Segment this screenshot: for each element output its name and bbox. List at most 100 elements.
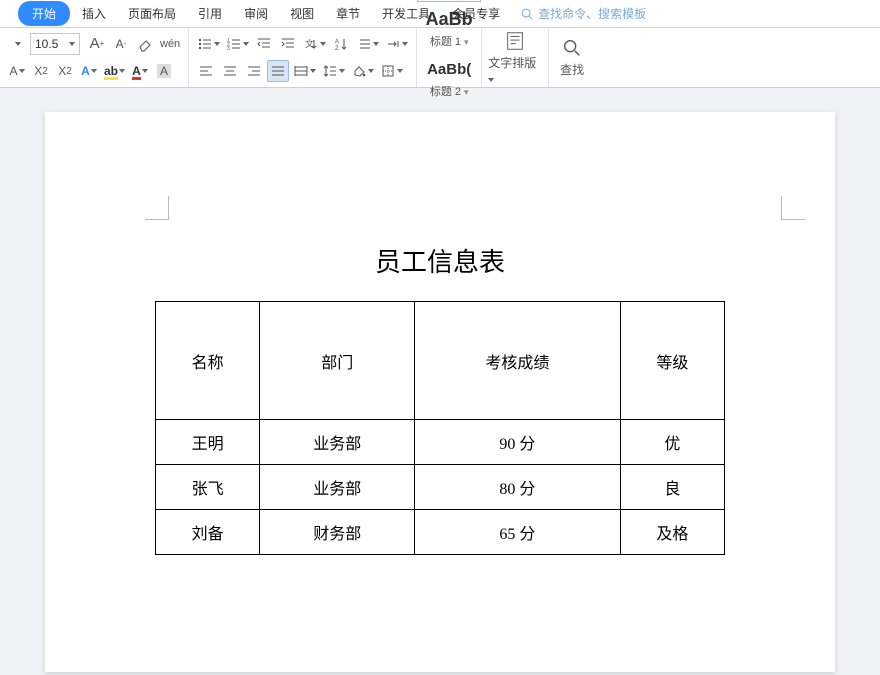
- cell-grade[interactable]: 及格: [620, 510, 724, 555]
- decrease-font-button[interactable]: A-: [110, 33, 132, 55]
- numbering-icon: 123: [226, 36, 242, 52]
- cell-department[interactable]: 业务部: [260, 420, 415, 465]
- header-department[interactable]: 部门: [260, 302, 415, 420]
- align-distributed-button[interactable]: [291, 60, 318, 82]
- outdent-icon: [256, 36, 272, 52]
- increase-font-button[interactable]: A+: [86, 33, 108, 55]
- highlight-color-button[interactable]: ab: [102, 60, 127, 82]
- cell-grade[interactable]: 良: [620, 465, 724, 510]
- spacing-icon: [356, 36, 372, 52]
- cell-name[interactable]: 刘备: [156, 510, 260, 555]
- font-name-dropdown[interactable]: [6, 33, 28, 55]
- cell-score[interactable]: 90 分: [415, 420, 620, 465]
- align-distributed-icon: [293, 63, 309, 79]
- file-menu-dropdown[interactable]: [4, 7, 16, 21]
- ribbon: 10.5 A+ A- wén A X2 X2 A ab A A 123 文 AZ: [0, 28, 880, 88]
- command-search-placeholder: 查找命令、搜索模板: [538, 5, 646, 22]
- header-name[interactable]: 名称: [156, 302, 260, 420]
- text-layout-icon: [504, 30, 526, 52]
- tab-icon: [385, 36, 401, 52]
- tab-review[interactable]: 审阅: [234, 1, 278, 26]
- line-spacing-icon: [322, 63, 338, 79]
- text-layout-label: 文字排版: [488, 54, 542, 85]
- bullets-button[interactable]: [195, 33, 222, 55]
- bullets-icon: [197, 36, 213, 52]
- style-heading1[interactable]: AaBb 标题 1▾: [417, 2, 481, 52]
- style-preview: AaBb: [426, 5, 473, 33]
- align-left-icon: [198, 63, 214, 79]
- table-header-row[interactable]: 名称 部门 考核成绩 等级: [156, 302, 725, 420]
- tab-chapter[interactable]: 章节: [326, 1, 370, 26]
- align-right-button[interactable]: [243, 60, 265, 82]
- margin-corner-tl: [145, 196, 169, 220]
- cell-department[interactable]: 财务部: [260, 510, 415, 555]
- svg-text:Z: Z: [335, 46, 339, 52]
- table-row[interactable]: 张飞 业务部 80 分 良: [156, 465, 725, 510]
- text-direction-button[interactable]: 文: [301, 33, 328, 55]
- style-heading2[interactable]: AaBb( 标题 2▾: [417, 52, 481, 102]
- change-case-button[interactable]: A: [6, 60, 28, 82]
- increase-indent-button[interactable]: [277, 33, 299, 55]
- find-label: 查找: [560, 61, 584, 78]
- sort-button[interactable]: AZ: [330, 33, 352, 55]
- shading-button[interactable]: [349, 60, 376, 82]
- search-icon: [520, 7, 534, 21]
- tab-references[interactable]: 引用: [188, 1, 232, 26]
- document-title[interactable]: 员工信息表: [45, 242, 835, 279]
- character-shading-button[interactable]: A: [153, 60, 175, 82]
- decrease-indent-button[interactable]: [253, 33, 275, 55]
- tab-home[interactable]: 开始: [18, 1, 70, 26]
- cell-grade[interactable]: 优: [620, 420, 724, 465]
- tab-page-layout[interactable]: 页面布局: [118, 1, 186, 26]
- line-spacing-button[interactable]: [320, 60, 347, 82]
- svg-text:3: 3: [227, 46, 230, 52]
- subscript-button[interactable]: X2: [54, 60, 76, 82]
- style-preview: AaBb(: [427, 55, 471, 83]
- line-spacing-top-button[interactable]: [354, 33, 381, 55]
- text-direction-icon: 文: [303, 36, 319, 52]
- table-row[interactable]: 刘备 财务部 65 分 及格: [156, 510, 725, 555]
- text-effects-button[interactable]: A: [78, 60, 100, 82]
- font-size-input[interactable]: 10.5: [30, 33, 80, 55]
- indent-icon: [280, 36, 296, 52]
- font-size-value: 10.5: [35, 37, 58, 51]
- text-layout-button[interactable]: 文字排版: [488, 30, 542, 85]
- pinyin-guide-button[interactable]: wén: [158, 33, 182, 55]
- command-search[interactable]: 查找命令、搜索模板: [520, 5, 646, 22]
- svg-text:A: A: [335, 39, 339, 45]
- align-left-button[interactable]: [195, 60, 217, 82]
- tab-insert[interactable]: 插入: [72, 1, 116, 26]
- find-button[interactable]: 查找: [555, 37, 589, 78]
- cell-name[interactable]: 张飞: [156, 465, 260, 510]
- page[interactable]: 员工信息表 名称 部门 考核成绩 等级 王明 业务部 90 分 优 张飞 业务部…: [45, 112, 835, 672]
- paragraph-group: 123 文 AZ: [189, 28, 417, 87]
- cell-department[interactable]: 业务部: [260, 465, 415, 510]
- margin-corner-tr: [781, 196, 805, 220]
- text-layout-group: 文字排版: [482, 28, 549, 87]
- paint-bucket-icon: [351, 63, 367, 79]
- style-label: 标题 2▾: [430, 83, 469, 99]
- tab-view[interactable]: 视图: [280, 1, 324, 26]
- employee-table[interactable]: 名称 部门 考核成绩 等级 王明 业务部 90 分 优 张飞 业务部 80 分 …: [155, 301, 725, 555]
- header-score[interactable]: 考核成绩: [415, 302, 620, 420]
- borders-icon: [380, 63, 396, 79]
- cell-name[interactable]: 王明: [156, 420, 260, 465]
- borders-button[interactable]: [378, 60, 405, 82]
- tab-stops-button[interactable]: [383, 33, 410, 55]
- find-icon: [561, 37, 583, 59]
- header-grade[interactable]: 等级: [620, 302, 724, 420]
- align-center-button[interactable]: [219, 60, 241, 82]
- superscript-button[interactable]: X2: [30, 60, 52, 82]
- font-group: 10.5 A+ A- wén A X2 X2 A ab A A: [0, 28, 189, 87]
- cell-score[interactable]: 80 分: [415, 465, 620, 510]
- sort-icon: AZ: [333, 36, 349, 52]
- chevron-down-icon: [69, 42, 75, 46]
- find-group: 查找: [549, 28, 595, 87]
- clear-format-button[interactable]: [134, 33, 156, 55]
- align-right-icon: [246, 63, 262, 79]
- font-color-button[interactable]: A: [129, 60, 151, 82]
- numbering-button[interactable]: 123: [224, 33, 251, 55]
- table-row[interactable]: 王明 业务部 90 分 优: [156, 420, 725, 465]
- align-justify-button[interactable]: [267, 60, 289, 82]
- cell-score[interactable]: 65 分: [415, 510, 620, 555]
